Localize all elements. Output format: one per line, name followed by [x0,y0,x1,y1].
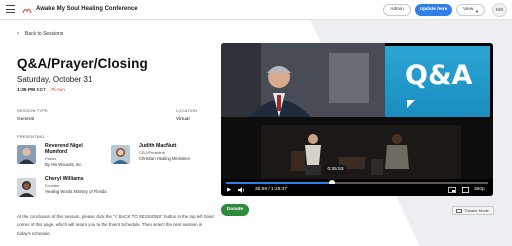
back-to-sessions-link[interactable]: ‹ Back to Sessions [17,31,63,37]
chevron-down-icon: ▼ [475,9,479,14]
back-label: Back to Sessions [25,31,64,37]
theater-label: Theater Mode [464,208,489,213]
view-dropdown[interactable]: View ▼ [456,4,485,16]
time-display: 35:59 / 1:28:37 [255,187,288,192]
presenter-org: Healing Words Ministry of Florida [45,189,107,194]
view-label: View [463,7,474,12]
presenter-photo[interactable] [17,145,36,164]
video-player[interactable]: Q&A 0:35:53 ▶ 35:59 / 1:28:37 360p [221,43,493,196]
top-bar: Awake My Soul Healing Conference Admin U… [0,0,512,20]
admin-button[interactable]: Admin [383,4,411,16]
speech-bubble-icon [407,100,415,108]
conference-logo [22,8,32,14]
session-description: At the conclusion of this session, pleas… [17,214,214,236]
video-frame-stage [221,117,493,179]
location-value: Virtual [176,117,190,122]
update-here-button[interactable]: Update here [415,4,452,16]
presenter-org: Christian Healing Ministries [139,156,190,161]
qa-graphic: Q&A [385,46,490,117]
menu-icon[interactable] [6,5,15,14]
presenter-role: Founder [45,183,60,188]
video-frame-speaker [221,43,385,117]
start-time: 1:35 PM [17,88,36,93]
session-title: Q&A/Prayer/Closing [17,56,148,71]
presenting-label: PRESENTING [17,134,45,139]
presenter-name[interactable]: Reverend Nigel Mumford [45,143,105,155]
theater-icon [456,208,462,213]
user-avatar[interactable]: KM [492,3,507,17]
total-time: 1:28:37 [271,187,288,192]
theater-mode-button[interactable]: Theater Mode [452,206,494,215]
captions-icon[interactable] [448,187,456,193]
video-controls: ▶ 35:59 / 1:28:37 360p [221,184,493,196]
session-date: Saturday, October 31 [17,75,93,84]
session-type-value: General [17,117,35,122]
quality-selector[interactable]: 360p [474,184,485,196]
app-title: Awake My Soul Healing Conference [36,6,138,12]
current-time: 35:59 [255,187,268,192]
qa-text: Q&A [405,60,473,91]
donate-button[interactable]: Donate [221,204,249,216]
presenter-photo[interactable] [17,178,36,197]
timezone: EDT [36,88,46,93]
fullscreen-icon[interactable] [462,187,469,193]
session-type-label: SESSION TYPE [17,108,48,113]
presenter-name[interactable]: Judith MacNutt [139,143,176,149]
presenter-org: By His Wounds, Inc. [45,162,83,167]
volume-icon[interactable] [238,187,246,193]
play-icon[interactable]: ▶ [227,184,231,196]
presenter-name[interactable]: Cheryl Williams [45,176,84,182]
session-time: 1:35 PM EDT 75 min [17,88,65,93]
seek-tooltip: 0:35:53 [324,165,347,174]
arrow-left-icon: ‹ [17,31,19,37]
presenter-photo[interactable] [111,145,130,164]
presenter-role: CEO/President [139,150,165,155]
presenter-role: Pastor [45,156,57,161]
duration: 75 min [50,88,65,93]
location-label: LOCATION [176,108,198,113]
